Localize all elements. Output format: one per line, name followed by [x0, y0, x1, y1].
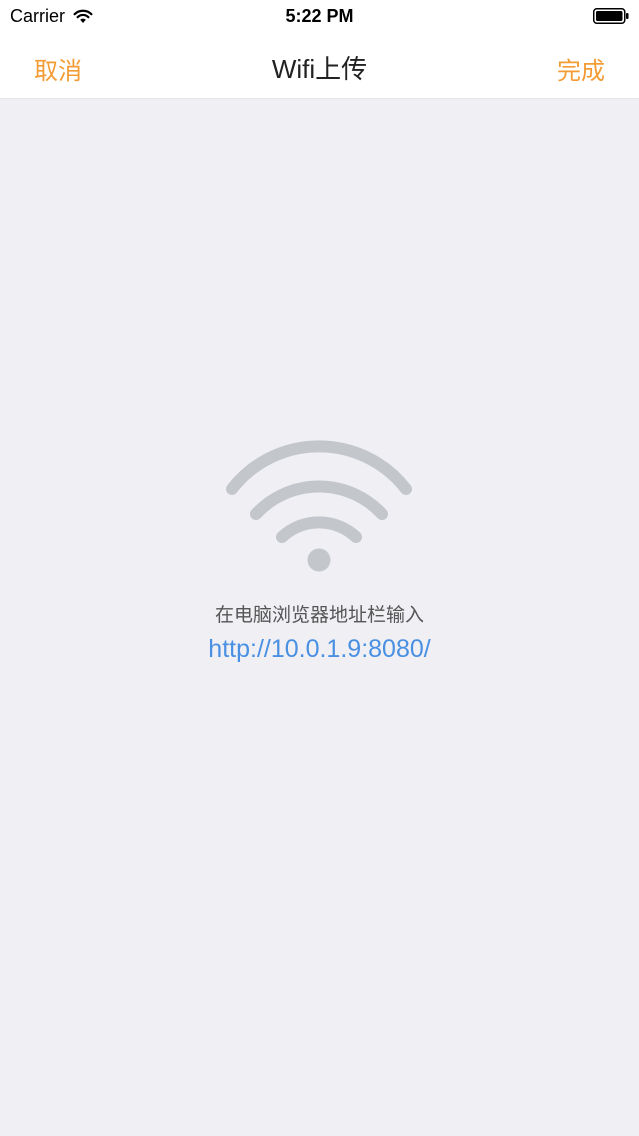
- battery-icon: [593, 8, 629, 24]
- wifi-icon: [226, 440, 412, 572]
- status-bar: Carrier 5:22 PM: [0, 0, 639, 34]
- page-title: Wifi上传: [271, 54, 368, 84]
- cancel-button[interactable]: 取消: [34, 51, 82, 86]
- status-time: 5:22 PM: [285, 6, 354, 26]
- navigation-bar: 取消 Wifi上传 完成: [0, 34, 639, 99]
- upload-instruction: 在电脑浏览器地址栏输入: [214, 605, 424, 626]
- upload-url[interactable]: http://10.0.1.9:8080/: [0, 635, 639, 664]
- done-button[interactable]: 完成: [557, 51, 605, 86]
